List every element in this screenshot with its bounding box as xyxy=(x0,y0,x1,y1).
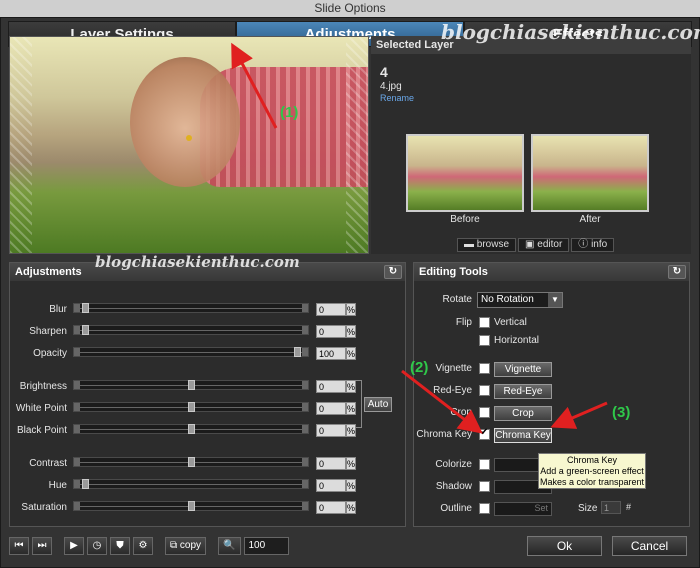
copy-label: copy xyxy=(179,540,202,551)
arrow-2 xyxy=(401,369,483,434)
skip-forward-icon[interactable]: ⏭ xyxy=(32,537,52,555)
ok-button[interactable]: Ok xyxy=(527,536,602,556)
shield-icon[interactable]: ⛊ xyxy=(110,537,130,555)
copy-icon: ⧉ xyxy=(170,540,180,551)
arrow-3 xyxy=(550,401,608,429)
cancel-button[interactable]: Cancel xyxy=(612,536,687,556)
bottom-toolbar: ⏮ ⏭ ▶ ◷ ⛊ ⚙ ⧉ copy 🔍 100 xyxy=(9,537,289,555)
timer-icon[interactable]: ◷ xyxy=(87,537,107,555)
copy-button[interactable]: ⧉ copy xyxy=(165,537,207,555)
zoom-input[interactable]: 100 xyxy=(243,537,289,555)
play-icon[interactable]: ▶ xyxy=(64,537,84,555)
zoom-icon[interactable]: 🔍 xyxy=(218,537,241,555)
annotation-arrows xyxy=(231,42,608,434)
gear-icon[interactable]: ⚙ xyxy=(133,537,153,555)
arrow-1 xyxy=(231,42,278,129)
skip-back-icon[interactable]: ⏮ xyxy=(9,537,29,555)
